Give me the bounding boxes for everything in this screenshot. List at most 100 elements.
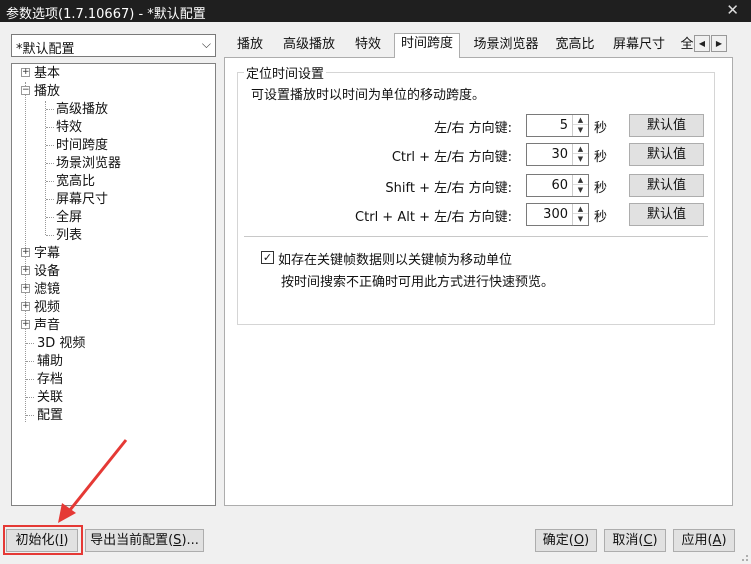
tree-item-aspect-ratio[interactable]: 宽高比 xyxy=(56,173,95,190)
expand-icon[interactable]: + xyxy=(21,302,30,311)
tab-screen-size[interactable]: 屏幕尺寸 xyxy=(606,35,672,57)
apply-button[interactable]: 应用(A) xyxy=(673,529,735,552)
button-label: 确定( xyxy=(542,533,574,548)
tree-connector xyxy=(26,379,34,380)
default-button-ctrl-alt[interactable]: 默认值 xyxy=(629,203,704,226)
tab-scene-browser[interactable]: 场景浏览器 xyxy=(466,35,546,57)
tree-connector xyxy=(26,415,34,416)
default-button-arrow[interactable]: 默认值 xyxy=(629,114,704,137)
shift-arrow-key-stepper[interactable]: 60 ▲ ▼ xyxy=(526,174,589,197)
tree-item-label: 播放 xyxy=(34,84,61,99)
default-button-ctrl[interactable]: 默认值 xyxy=(629,143,704,166)
preset-value: *默认配置 xyxy=(16,42,75,57)
tree-item-devices[interactable]: + 设备 xyxy=(21,263,60,280)
accelerator-key: C xyxy=(643,533,653,548)
tree-item-scene-browser[interactable]: 场景浏览器 xyxy=(56,155,121,172)
tree-connector xyxy=(46,109,54,110)
tab-effects[interactable]: 特效 xyxy=(348,35,388,57)
tree-item-audio[interactable]: + 声音 xyxy=(21,317,60,334)
divider xyxy=(244,236,708,237)
button-label: 应用( xyxy=(681,533,713,548)
resize-grip-icon[interactable] xyxy=(739,552,749,562)
chevron-down-icon: ⌵ xyxy=(201,37,211,51)
ctrl-alt-arrow-key-label: Ctrl + Alt + 左/右 方向键: xyxy=(355,210,512,225)
tree-connector xyxy=(26,343,34,344)
default-button-shift[interactable]: 默认值 xyxy=(629,174,704,197)
spin-up-icon[interactable]: ▲ xyxy=(573,115,588,125)
tree-item-associations[interactable]: 关联 xyxy=(37,389,63,406)
spin-up-icon[interactable]: ▲ xyxy=(573,144,588,154)
annotation-arrow-icon xyxy=(58,439,128,523)
window-title: 参数选项(1.7.10667) - *默认配置 xyxy=(6,7,206,22)
preset-select[interactable]: *默认配置 ⌵ xyxy=(11,34,216,57)
spin-down-icon[interactable]: ▼ xyxy=(573,185,588,195)
tree-item-label: 设备 xyxy=(34,264,61,279)
tree-item-archive[interactable]: 存档 xyxy=(37,371,63,388)
unit-label: 秒 xyxy=(594,121,608,136)
expand-icon[interactable]: + xyxy=(21,68,30,77)
expand-icon[interactable]: + xyxy=(21,284,30,293)
tab-time-span[interactable]: 时间跨度 xyxy=(394,33,460,58)
tree-item-playback[interactable]: − 播放 xyxy=(21,83,60,100)
tree-item-config[interactable]: 配置 xyxy=(37,407,63,424)
unit-label: 秒 xyxy=(594,210,608,225)
unit-label: 秒 xyxy=(594,150,608,165)
spin-down-icon[interactable]: ▼ xyxy=(573,214,588,224)
tree-item-basic[interactable]: + 基本 xyxy=(21,65,60,82)
tree-item-label: 声音 xyxy=(34,318,61,333)
tree-connector xyxy=(46,163,54,164)
ctrl-arrow-key-stepper[interactable]: 30 ▲ ▼ xyxy=(526,143,589,166)
spin-up-icon[interactable]: ▲ xyxy=(573,204,588,214)
spin-down-icon[interactable]: ▼ xyxy=(573,154,588,164)
spin-down-icon[interactable]: ▼ xyxy=(573,125,588,135)
tree-item-effects[interactable]: 特效 xyxy=(56,119,82,136)
tree-item-fullscreen[interactable]: 全屏 xyxy=(56,209,82,226)
tree-item-advanced-playback[interactable]: 高级播放 xyxy=(56,101,108,118)
expand-icon[interactable]: + xyxy=(21,248,30,257)
tree-item-label: 基本 xyxy=(34,66,61,81)
cancel-button[interactable]: 取消(C) xyxy=(604,529,666,552)
tree-item-screen-size[interactable]: 屏幕尺寸 xyxy=(56,191,108,208)
button-label-end: )... xyxy=(181,533,199,548)
tree-item-3d-video[interactable]: 3D 视频 xyxy=(37,335,85,352)
arrow-key-stepper[interactable]: 5 ▲ ▼ xyxy=(526,114,589,137)
group-description: 可设置播放时以时间为单位的移动跨度。 xyxy=(251,88,486,103)
group-title: 定位时间设置 xyxy=(244,63,327,82)
tree-connector xyxy=(46,235,54,236)
shift-arrow-key-label: Shift + 左/右 方向键: xyxy=(385,181,512,196)
tree-connector xyxy=(26,397,34,398)
tree-item-time-span[interactable]: 时间跨度 xyxy=(56,137,108,154)
tab-playback[interactable]: 播放 xyxy=(230,35,270,57)
stepper-value: 300 xyxy=(543,207,568,222)
ok-button[interactable]: 确定(O) xyxy=(535,529,597,552)
button-label-end: ) xyxy=(652,533,658,548)
export-config-button[interactable]: 导出当前配置(S)... xyxy=(85,529,204,552)
tree-connector xyxy=(46,217,54,218)
tab-advanced-playback[interactable]: 高级播放 xyxy=(276,35,342,57)
tree-item-list[interactable]: 列表 xyxy=(56,227,82,244)
tree-item-filters[interactable]: + 滤镜 xyxy=(21,281,60,298)
tree-connector xyxy=(46,199,54,200)
tree-item-label: 字幕 xyxy=(34,246,61,261)
button-label-end: ) xyxy=(584,533,590,548)
ctrl-alt-arrow-key-stepper[interactable]: 300 ▲ ▼ xyxy=(526,203,589,226)
tree-item-subtitles[interactable]: + 字幕 xyxy=(21,245,60,262)
keyframe-checkbox[interactable]: ✓ xyxy=(261,251,274,264)
expand-icon[interactable]: + xyxy=(21,266,30,275)
tree-item-label: 视频 xyxy=(34,300,61,315)
tree-item-assist[interactable]: 辅助 xyxy=(37,353,63,370)
tab-aspect-ratio[interactable]: 宽高比 xyxy=(550,35,600,57)
close-icon[interactable]: ✕ xyxy=(726,1,739,19)
collapse-icon[interactable]: − xyxy=(21,86,30,95)
tab-scroll-right-icon[interactable]: ▶ xyxy=(711,35,727,52)
tree-connector xyxy=(45,101,46,235)
tree-connector xyxy=(26,361,34,362)
tab-strip: 播放 高级播放 特效 时间跨度 场景浏览器 宽高比 屏幕尺寸 全 xyxy=(226,33,731,58)
keyframe-checkbox-label[interactable]: 如存在关键帧数据则以关键帧为移动单位 xyxy=(278,249,512,268)
spin-up-icon[interactable]: ▲ xyxy=(573,175,588,185)
tree-item-video[interactable]: + 视频 xyxy=(21,299,60,316)
unit-label: 秒 xyxy=(594,181,608,196)
tab-scroll-left-icon[interactable]: ◀ xyxy=(694,35,710,52)
expand-icon[interactable]: + xyxy=(21,320,30,329)
annotation-highlight-box xyxy=(3,525,83,555)
